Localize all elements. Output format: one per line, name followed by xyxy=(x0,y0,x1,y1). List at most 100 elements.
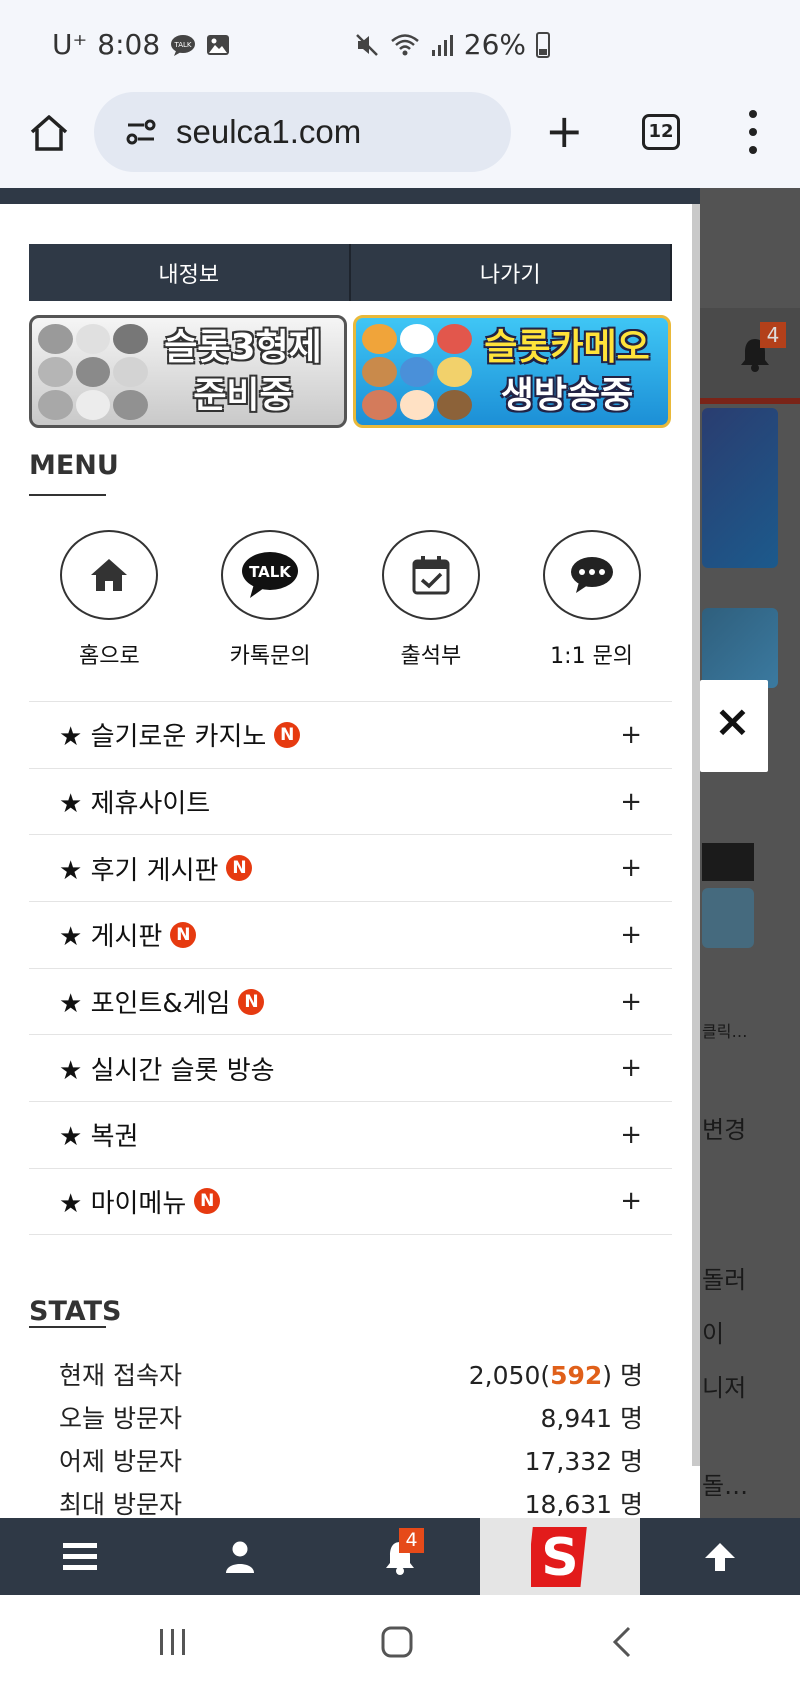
mute-icon xyxy=(355,33,378,56)
logout-button[interactable]: 나가기 xyxy=(350,244,672,301)
menu-item-label: ★ 제휴사이트 xyxy=(59,789,211,820)
scroll-top-button[interactable] xyxy=(668,1518,772,1595)
expand-icon[interactable]: + xyxy=(620,1120,642,1150)
stats-section-title: STATS xyxy=(29,1296,122,1327)
menu-button[interactable] xyxy=(28,1518,132,1595)
quick-label: 출석부 xyxy=(400,644,462,669)
home-nav-icon[interactable] xyxy=(380,1625,414,1659)
menu-item-smart-casino[interactable]: ★ 슬기로운 카지노 N + xyxy=(29,701,672,768)
stat-label: 최대 방문자 xyxy=(59,1490,182,1518)
promo-line2: 생방송중 xyxy=(500,375,634,416)
calendar-check-icon xyxy=(412,556,450,595)
screen: U⁺ 8:08 TALK 26% seulca1.com + 12 4 × 클릭… xyxy=(0,0,800,1689)
svg-text:S: S xyxy=(541,1528,578,1588)
stat-value: 18,631 명 xyxy=(524,1490,643,1518)
browser-toolbar: seulca1.com + 12 xyxy=(0,90,800,188)
status-left: U⁺ 8:08 TALK xyxy=(52,28,230,61)
new-badge: N xyxy=(170,921,197,948)
my-info-button[interactable]: 내정보 xyxy=(29,244,351,301)
stat-value: 8,941 명 xyxy=(540,1404,643,1433)
expand-icon[interactable]: + xyxy=(620,1053,642,1083)
quick-label: 카톡문의 xyxy=(229,644,311,669)
svg-text:TALK: TALK xyxy=(174,41,192,49)
home-icon xyxy=(91,559,128,591)
clock: 8:08 xyxy=(97,28,161,61)
new-badge: N xyxy=(226,855,253,882)
bg-snippet: 돌… xyxy=(702,1472,749,1500)
quick-label: 1:1 문의 xyxy=(550,644,634,669)
stat-row-today-visitors: 오늘 방문자 8,941 명 xyxy=(59,1399,643,1442)
home-icon[interactable] xyxy=(28,112,70,154)
expand-icon[interactable]: + xyxy=(620,987,642,1017)
quick-label: 홈으로 xyxy=(79,644,140,669)
bg-snippet: 돌러 xyxy=(702,1266,747,1294)
quick-attendance[interactable]: 출석부 xyxy=(366,530,496,670)
profile-button[interactable] xyxy=(188,1518,292,1595)
system-nav-bar xyxy=(0,1595,800,1689)
menu-item-partner-sites[interactable]: ★ 제휴사이트 + xyxy=(29,767,672,835)
stat-label: 어제 방문자 xyxy=(59,1447,182,1476)
menu-item-live-slot[interactable]: ★ 실시간 슬롯 방송 + xyxy=(29,1034,672,1101)
new-tab-button[interactable]: + xyxy=(545,108,584,154)
bg-notification-badge: 4 xyxy=(760,322,786,348)
expand-icon[interactable]: + xyxy=(620,853,642,883)
bg-accent-line xyxy=(700,398,800,404)
character-illustration xyxy=(362,324,472,420)
site-settings-icon[interactable] xyxy=(124,115,158,149)
bg-banner xyxy=(702,608,778,688)
site-logo: S xyxy=(531,1526,587,1588)
account-button-row: 내정보 나가기 xyxy=(29,244,672,301)
menu-item-board[interactable]: ★ 게시판 N + xyxy=(29,901,672,968)
menu-section-title: MENU xyxy=(29,450,119,481)
menu-item-label: ★ 후기 게시판 N xyxy=(59,850,253,887)
stat-row-max-visitors: 최대 방문자 18,631 명 xyxy=(59,1485,643,1518)
drawer-scrollbar[interactable] xyxy=(692,204,700,1466)
expand-icon[interactable]: + xyxy=(620,1186,642,1216)
back-icon[interactable] xyxy=(610,1625,634,1659)
quick-home[interactable]: 홈으로 xyxy=(44,530,174,670)
menu-item-lottery[interactable]: ★ 복권 + xyxy=(29,1101,672,1168)
stat-row-current-users: 현재 접속자 2,050(592) 명 xyxy=(59,1356,643,1399)
bg-snippet: 이 xyxy=(702,1320,725,1348)
battery-icon xyxy=(536,31,550,58)
icon-circle xyxy=(542,530,641,620)
bg-snippet: 니저 xyxy=(702,1374,747,1402)
expand-icon[interactable]: + xyxy=(620,920,642,950)
menu-item-points-games[interactable]: ★ 포인트&게임 N + xyxy=(29,967,672,1035)
battery-percent: 26% xyxy=(463,28,526,61)
promo-line1: 슬롯3형제 xyxy=(164,327,322,368)
section-underline xyxy=(29,494,106,496)
quick-icon-row: 홈으로 TALK 카톡문의 출석부 1:1 문의 xyxy=(29,530,672,670)
menu-item-review-board[interactable]: ★ 후기 게시판 N + xyxy=(29,834,672,901)
expand-icon[interactable]: + xyxy=(620,787,642,817)
tab-switcher-button[interactable]: 12 xyxy=(642,114,680,150)
expand-icon[interactable]: + xyxy=(620,720,642,750)
character-illustration xyxy=(38,324,148,420)
promo-banner-slot-cameo[interactable]: 슬롯카메오 생방송중 xyxy=(353,315,671,428)
close-drawer-button[interactable]: × xyxy=(700,680,768,772)
browser-menu-icon[interactable] xyxy=(748,110,758,154)
image-notification-icon xyxy=(207,34,230,55)
menu-item-label: ★ 실시간 슬롯 방송 xyxy=(59,1055,275,1086)
bg-snippet: 클릭… xyxy=(702,1022,748,1041)
bottom-nav: 4 S xyxy=(0,1518,800,1595)
new-badge: N xyxy=(194,1188,221,1215)
close-icon: × xyxy=(714,696,751,747)
menu-item-label: ★ 슬기로운 카지노 N xyxy=(59,716,301,753)
promo-banner-slot-brothers[interactable]: 슬롯3형제 준비중 xyxy=(29,315,347,428)
bg-banner xyxy=(702,888,754,948)
status-bar: U⁺ 8:08 TALK 26% xyxy=(0,0,800,90)
menu-item-my-menu[interactable]: ★ 마이메뉴 N + xyxy=(29,1167,672,1235)
url-text: seulca1.com xyxy=(176,113,362,150)
section-underline xyxy=(29,1326,106,1328)
quick-kakaotalk[interactable]: TALK 카톡문의 xyxy=(205,530,335,670)
stat-highlight: 592 xyxy=(550,1361,603,1390)
recent-apps-icon[interactable] xyxy=(158,1627,188,1657)
carrier-label: U⁺ xyxy=(52,28,88,61)
new-badge: N xyxy=(238,988,265,1015)
site-logo-button[interactable]: S xyxy=(480,1518,640,1595)
bg-snippet: 변경 xyxy=(702,1116,747,1144)
stat-value: 17,332 명 xyxy=(524,1447,643,1476)
address-bar[interactable]: seulca1.com xyxy=(94,92,511,172)
quick-inquiry[interactable]: 1:1 문의 xyxy=(527,530,657,670)
